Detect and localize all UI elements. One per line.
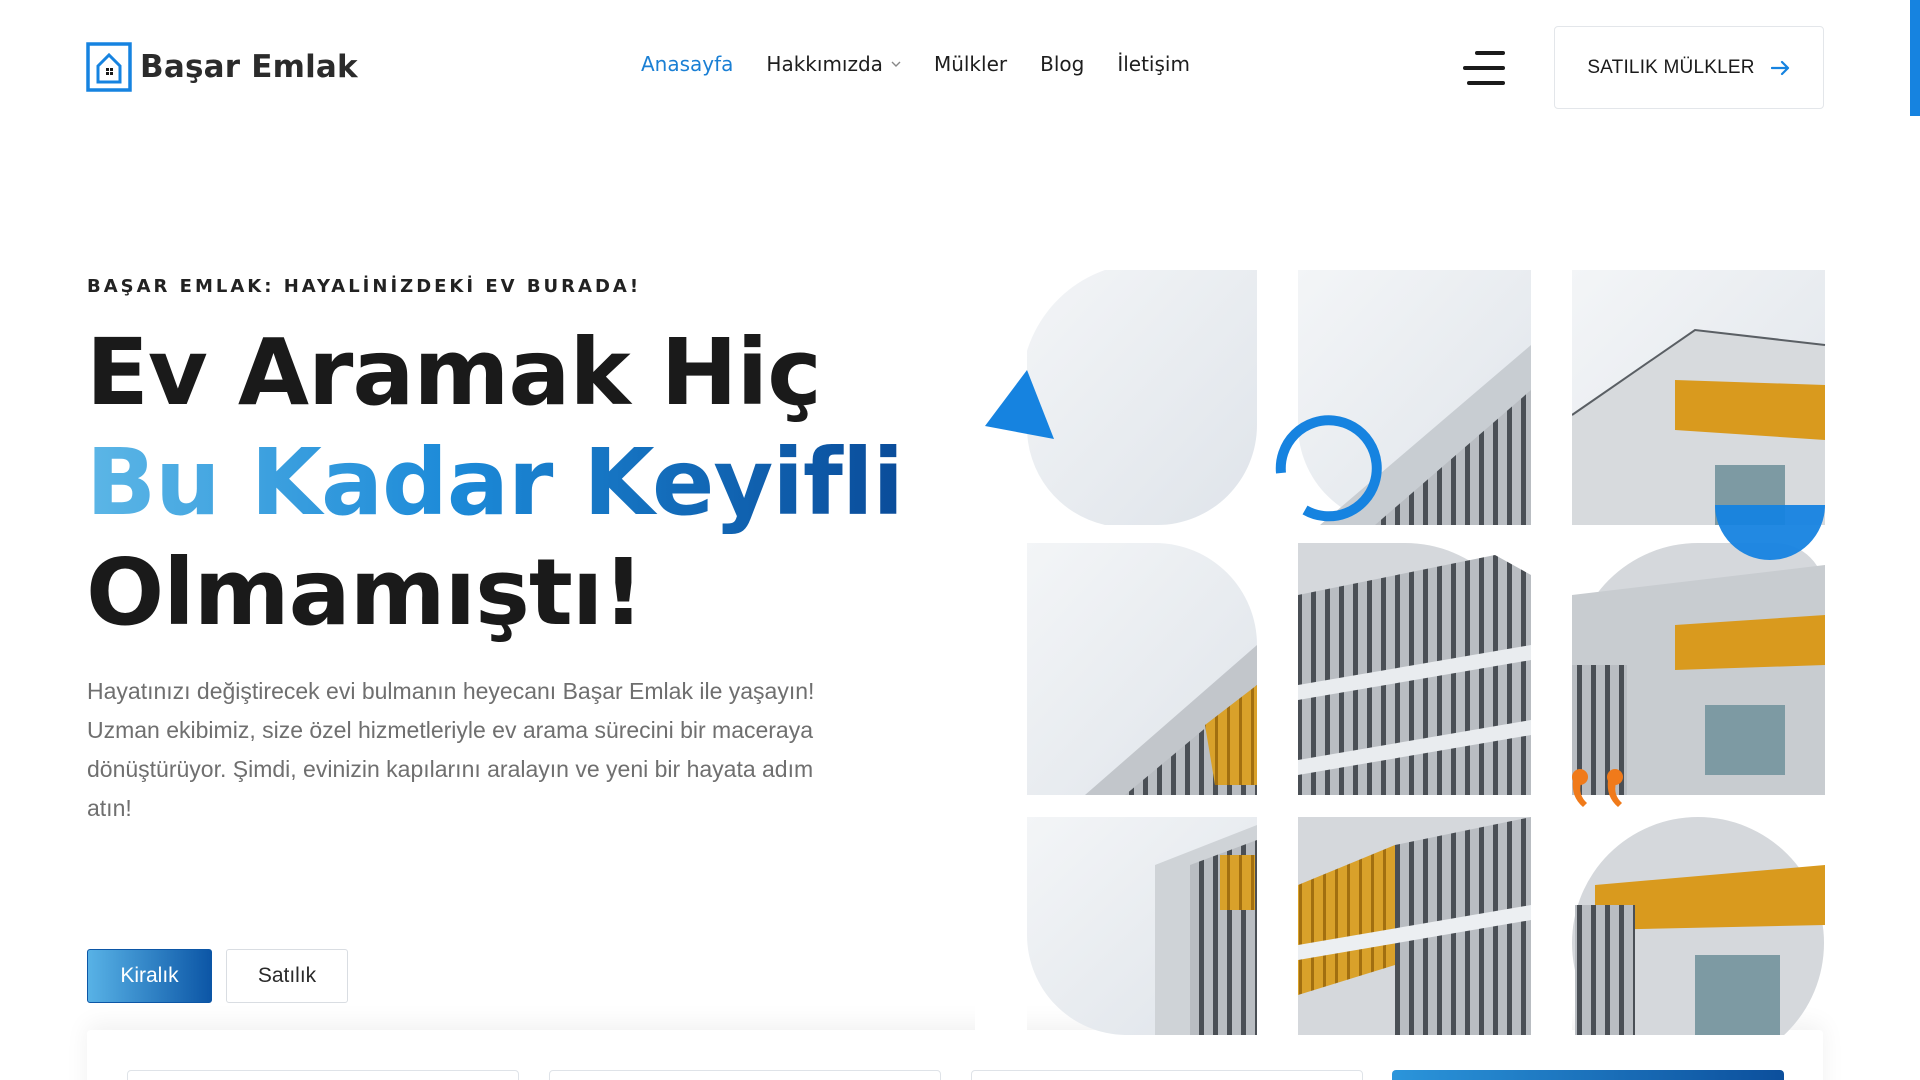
nav-item-hakkimizda[interactable]: Hakkımızda	[766, 52, 901, 76]
search-button[interactable]	[1392, 1070, 1784, 1080]
hero-headline: Ev Aramak Hiç Bu Kadar Keyifli Olmamıştı…	[86, 318, 904, 648]
brand-logo[interactable]: Başar Emlak	[86, 42, 358, 92]
arrow-right-icon	[1770, 60, 1789, 75]
edge-accent-bar	[1910, 0, 1920, 116]
nav-item-label: Blog	[1040, 52, 1085, 76]
nav-item-label: Hakkımızda	[766, 52, 883, 76]
cta-label: SATILIK MÜLKLER	[1587, 56, 1755, 78]
hero-tagline: BAŞAR EMLAK: HAYALİNİZDEKİ EV BURADA!	[87, 276, 642, 297]
brand-name: Başar Emlak	[140, 49, 358, 85]
headline-line-2: Bu Kadar Keyifli	[86, 429, 904, 536]
building-collage-image	[975, 265, 1835, 1035]
nav-item-anasayfa[interactable]: Anasayfa	[641, 52, 733, 76]
menu-icon-line	[1467, 81, 1505, 85]
headline-line-1: Ev Aramak Hiç	[86, 319, 822, 426]
search-field-2[interactable]	[549, 1070, 941, 1080]
search-field-3[interactable]	[971, 1070, 1363, 1080]
nav-item-blog[interactable]: Blog	[1040, 52, 1084, 76]
nav-item-iletisim[interactable]: İletişim	[1117, 52, 1190, 76]
menu-icon-line	[1463, 66, 1505, 70]
menu-icon-line	[1475, 51, 1505, 55]
nav-item-label: İletişim	[1117, 52, 1190, 76]
nav-item-label: Anasayfa	[641, 52, 734, 76]
hero-description: Hayatınızı değiştirecek evi bulmanın hey…	[87, 678, 815, 821]
tab-rent[interactable]: Kiralık	[87, 949, 212, 1003]
tab-sale[interactable]: Satılık	[226, 949, 348, 1003]
main-nav: Anasayfa Hakkımızda Mülkler Blog İletişi…	[641, 52, 1223, 76]
chevron-down-icon	[891, 61, 901, 67]
for-sale-properties-button[interactable]: SATILIK MÜLKLER	[1554, 26, 1824, 109]
headline-line-3: Olmamıştı!	[86, 539, 644, 646]
house-logo-icon	[86, 42, 132, 92]
menu-icon[interactable]	[1463, 51, 1505, 85]
nav-item-mulkler[interactable]: Mülkler	[934, 52, 1007, 76]
property-search-panel	[87, 1030, 1823, 1080]
search-field-1[interactable]	[127, 1070, 519, 1080]
nav-item-label: Mülkler	[933, 52, 1008, 76]
